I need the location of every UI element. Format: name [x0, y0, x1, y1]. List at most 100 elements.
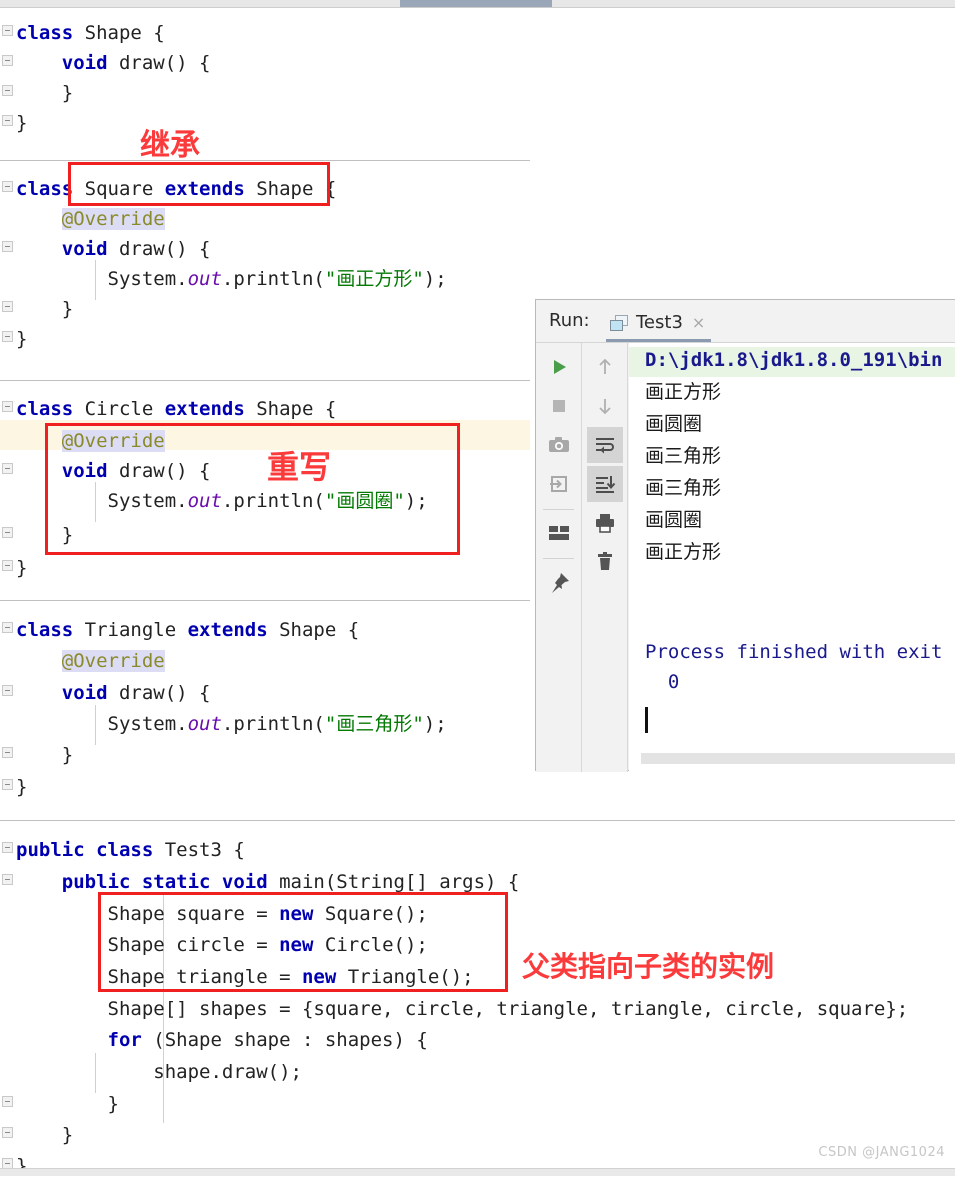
code-token: Shape — [256, 398, 325, 420]
code-line[interactable]: } — [16, 553, 27, 583]
horizontal-scrollbar-thumb[interactable] — [400, 0, 552, 7]
code-token: "画三角形" — [324, 713, 424, 735]
fold-marker[interactable] — [2, 25, 13, 36]
code-token: Square — [84, 178, 165, 200]
code-line[interactable]: class Shape { — [16, 18, 165, 48]
code-line[interactable]: System.out.println("画三角形"); — [16, 709, 447, 739]
close-icon[interactable]: × — [692, 314, 705, 331]
previous-occurrence-button[interactable] — [587, 349, 623, 385]
code-line[interactable]: } — [16, 520, 73, 550]
code-token: } — [16, 744, 74, 766]
run-toolbar-right[interactable] — [582, 343, 628, 772]
code-line[interactable]: @Override — [16, 204, 165, 234]
code-token: new — [301, 966, 348, 988]
fold-marker[interactable] — [2, 685, 13, 696]
code-line[interactable]: @Override — [16, 646, 165, 676]
code-token: .println( — [221, 490, 325, 512]
code-line[interactable]: @Override — [16, 426, 165, 456]
fold-marker[interactable] — [2, 55, 13, 66]
code-line[interactable]: class Triangle extends Shape { — [16, 615, 359, 645]
fold-marker[interactable] — [2, 115, 13, 126]
code-token: } — [16, 557, 28, 579]
console-line: 画正方形 — [645, 381, 722, 403]
code-line[interactable]: Shape square = new Square(); — [16, 899, 428, 929]
code-line[interactable]: Shape circle = new Circle(); — [16, 930, 428, 960]
pin-tab-button[interactable] — [541, 565, 577, 601]
rerun-button[interactable] — [541, 349, 577, 385]
fold-marker[interactable] — [2, 241, 13, 252]
scroll-to-end-button[interactable] — [587, 466, 623, 502]
code-line[interactable]: } — [16, 772, 27, 802]
code-token: new — [279, 934, 325, 956]
screenshot-button[interactable] — [541, 427, 577, 463]
code-line[interactable]: void draw() { — [16, 678, 211, 708]
code-line[interactable]: class Square extends Shape { — [16, 174, 336, 204]
console-line: 画正方形 — [645, 541, 722, 563]
code-line[interactable]: Shape[] shapes = {square, circle, triang… — [16, 994, 909, 1024]
fold-marker[interactable] — [2, 1127, 13, 1138]
code-line[interactable]: System.out.println("画正方形"); — [16, 264, 447, 294]
console-line: 画三角形 — [645, 445, 722, 467]
fold-marker[interactable] — [2, 527, 13, 538]
code-token: Shape — [256, 178, 325, 200]
fold-marker[interactable] — [2, 181, 13, 192]
code-line[interactable]: shape.draw(); — [16, 1057, 302, 1087]
fold-marker[interactable] — [2, 747, 13, 758]
fold-marker[interactable] — [2, 331, 13, 342]
console-output[interactable]: D:\jdk1.8\jdk1.8.0_191\bin 画正方形 画圆圈 画三角形 画三角… — [629, 343, 955, 772]
fold-marker[interactable] — [2, 1096, 13, 1107]
code-line[interactable]: public class Test3 { — [16, 835, 245, 865]
code-line[interactable]: } — [16, 108, 27, 138]
print-button[interactable] — [587, 505, 623, 541]
fold-marker[interactable] — [2, 85, 13, 96]
console-horizontal-scrollbar[interactable] — [641, 753, 955, 764]
fold-marker[interactable] — [2, 874, 13, 885]
fold-marker[interactable] — [2, 463, 13, 474]
polymorphism-annotation: 父类指向子类的实例 — [522, 950, 775, 983]
code-token: draw() { — [118, 460, 211, 482]
code-line[interactable]: } — [16, 324, 27, 354]
run-toolbar-left[interactable] — [536, 343, 582, 772]
thread-dump-button[interactable] — [541, 466, 577, 502]
run-window-header: Run: Test3 × — [536, 300, 955, 343]
fold-marker[interactable] — [2, 622, 13, 633]
code-line[interactable]: System.out.println("画圆圈"); — [16, 486, 428, 516]
fold-marker[interactable] — [2, 560, 13, 571]
block-separator — [0, 820, 955, 821]
run-tab-test3[interactable]: Test3 × — [606, 306, 712, 342]
code-line[interactable]: } — [16, 1120, 73, 1150]
code-token: ); — [404, 490, 428, 512]
code-token: @Override — [61, 430, 165, 452]
code-line[interactable]: void draw() { — [16, 48, 211, 78]
code-line[interactable]: } — [16, 1151, 27, 1181]
code-token: (Shape shape : shapes) { — [153, 1029, 428, 1051]
next-occurrence-button[interactable] — [587, 388, 623, 424]
code-token: out — [187, 713, 222, 735]
code-line[interactable]: class Circle extends Shape { — [16, 394, 336, 424]
run-tool-window[interactable]: Run: Test3 × D:\jdk1.8\jdk1.8.0_191\bin … — [535, 299, 955, 772]
code-line[interactable]: public static void main(String[] args) { — [16, 867, 520, 897]
code-line[interactable]: void draw() { — [16, 234, 211, 264]
code-token: shape.draw(); — [16, 1061, 302, 1083]
layout-button[interactable] — [541, 515, 577, 551]
soft-wrap-button[interactable] — [587, 427, 623, 463]
fold-marker[interactable] — [2, 301, 13, 312]
code-token: class — [16, 22, 85, 44]
code-token: System. — [16, 268, 188, 290]
fold-marker[interactable] — [2, 779, 13, 790]
fold-marker[interactable] — [2, 842, 13, 853]
code-line[interactable]: void draw() { — [16, 456, 211, 486]
code-line[interactable]: } — [16, 740, 73, 770]
code-line[interactable]: } — [16, 1089, 119, 1119]
pin-icon — [552, 573, 569, 593]
code-line[interactable]: } — [16, 294, 73, 324]
fold-marker[interactable] — [2, 401, 13, 412]
horizontal-scrollbar[interactable] — [0, 0, 955, 8]
stop-button[interactable] — [541, 388, 577, 424]
code-line[interactable]: for (Shape shape : shapes) { — [16, 1025, 428, 1055]
code-line[interactable]: } — [16, 78, 73, 108]
scroll-end-icon — [596, 476, 616, 493]
code-line[interactable]: Shape triangle = new Triangle(); — [16, 962, 474, 992]
clear-all-button[interactable] — [587, 544, 623, 580]
